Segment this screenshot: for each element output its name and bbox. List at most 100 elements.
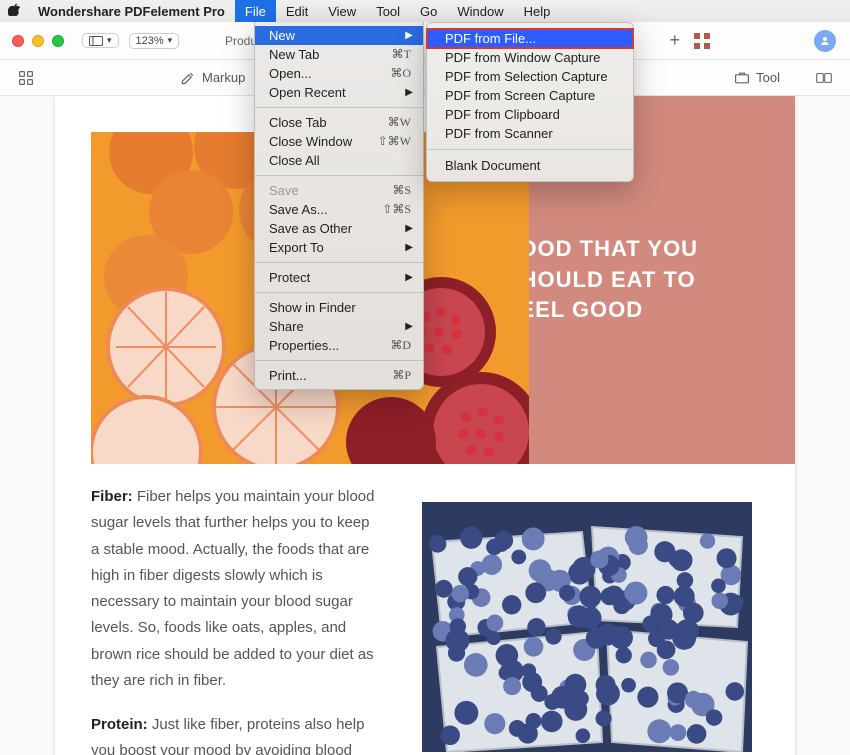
document-viewport[interactable]: FOOD THAT YOU SHOULD EAT TO FEEL GOOD — [0, 96, 850, 755]
toolbox-icon — [734, 70, 750, 86]
blueberries-photo-icon — [415, 502, 759, 752]
menu-item-label: Protect — [269, 270, 310, 285]
menu-window[interactable]: Window — [447, 0, 513, 22]
menu-item-label: Save As... — [269, 202, 328, 217]
document-tab[interactable]: Produ — [225, 34, 257, 48]
thumbnails-button[interactable] — [0, 60, 52, 95]
file-menu-save-as[interactable]: Save As... ⇧⌘S — [255, 200, 423, 219]
file-menu-close-tab[interactable]: Close Tab ⌘W — [255, 113, 423, 132]
grid-view-button[interactable] — [694, 33, 710, 49]
zoom-selector[interactable]: 123% ▾ — [129, 33, 180, 49]
tool-label: Tool — [756, 70, 780, 85]
new-submenu-pdf-from-file[interactable]: PDF from File... — [427, 29, 633, 48]
menu-item-label: Share — [269, 319, 304, 334]
menu-item-label: Export To — [269, 240, 324, 255]
file-menu-open[interactable]: Open... ⌘O — [255, 64, 423, 83]
menu-item-label: Show in Finder — [269, 300, 356, 315]
thumbnails-icon — [18, 70, 34, 86]
app-toolbar: Markup Tool — [0, 60, 850, 96]
submenu-arrow-icon: ▶ — [405, 242, 413, 253]
menu-item-label: Close Window — [269, 134, 352, 149]
minimize-window-icon[interactable] — [32, 35, 44, 47]
menu-item-label: New Tab — [269, 47, 319, 62]
user-icon — [819, 35, 831, 47]
spread-icon — [816, 70, 832, 86]
submenu-arrow-icon: ▶ — [405, 87, 413, 98]
file-menu-properties[interactable]: Properties...⌘D — [255, 336, 423, 355]
pdf-page: FOOD THAT YOU SHOULD EAT TO FEEL GOOD — [55, 96, 795, 755]
zoom-value: 123% — [136, 35, 164, 47]
close-window-icon[interactable] — [12, 35, 24, 47]
file-menu-share[interactable]: Share ▶ — [255, 317, 423, 336]
spread-view-button[interactable] — [798, 70, 850, 86]
new-submenu-pdf-from-scanner[interactable]: PDF from Scanner — [427, 124, 633, 143]
file-menu-dropdown: New▶ New Tab ⌘T Open... ⌘O Open Recent ▶ Close … — [254, 22, 424, 390]
file-menu-open-recent[interactable]: Open Recent ▶ — [255, 83, 423, 102]
markup-icon — [180, 70, 196, 86]
menu-go[interactable]: Go — [410, 0, 447, 22]
menu-item-label: Close All — [269, 153, 320, 168]
menu-tool[interactable]: Tool — [366, 0, 410, 22]
new-submenu-pdf-from-window-capture[interactable]: PDF from Window Capture — [427, 48, 633, 67]
menu-shortcut: ⌘D — [390, 338, 411, 353]
menu-separator — [255, 107, 423, 108]
submenu-arrow-icon: ▶ — [405, 272, 413, 283]
menu-shortcut: ⌘T — [392, 47, 411, 62]
menu-separator — [255, 262, 423, 263]
apple-menu-icon[interactable] — [0, 3, 28, 19]
menu-item-label: Open Recent — [269, 85, 346, 100]
menu-separator — [255, 360, 423, 361]
menu-shortcut: ⌘W — [388, 115, 411, 130]
body-text-column: Fiber: Fiber helps you maintain your blo… — [91, 484, 381, 755]
new-tab-button[interactable]: + — [669, 30, 680, 51]
secondary-image — [415, 484, 759, 755]
window-titlebar: ▾ 123% ▾ Produ + — [0, 22, 850, 60]
menu-item-label: Save — [269, 183, 299, 198]
file-menu-close-window[interactable]: Close Window ⇧⌘W — [255, 132, 423, 151]
new-submenu-pdf-from-screen-capture[interactable]: PDF from Screen Capture — [427, 86, 633, 105]
fiber-paragraph: Fiber: Fiber helps you maintain your blo… — [91, 484, 381, 694]
new-submenu-pdf-from-selection-capture[interactable]: PDF from Selection Capture — [427, 67, 633, 86]
app-name: Wondershare PDFelement Pro — [28, 4, 235, 19]
menu-view[interactable]: View — [318, 0, 366, 22]
menu-shortcut: ⌘O — [390, 66, 411, 81]
menu-edit[interactable]: Edit — [276, 0, 318, 22]
file-menu-new[interactable]: New▶ — [255, 26, 423, 45]
new-submenu-blank-document[interactable]: Blank Document — [427, 156, 633, 175]
menu-shortcut: ⌘S — [392, 183, 411, 198]
file-menu-save: Save ⌘S — [255, 181, 423, 200]
traffic-lights[interactable] — [12, 35, 64, 47]
menu-shortcut: ⇧⌘S — [382, 202, 411, 217]
file-menu-protect[interactable]: Protect ▶ — [255, 268, 423, 287]
new-submenu-pdf-from-clipboard[interactable]: PDF from Clipboard — [427, 105, 633, 124]
menu-file[interactable]: File — [235, 0, 276, 22]
menu-item-label: Close Tab — [269, 115, 327, 130]
file-menu-close-all[interactable]: Close All — [255, 151, 423, 170]
new-submenu: PDF from File...PDF from Window CaptureP… — [426, 22, 634, 182]
menu-separator — [255, 175, 423, 176]
file-menu-new-tab[interactable]: New Tab ⌘T — [255, 45, 423, 64]
file-menu-save-as-other[interactable]: Save as Other ▶ — [255, 219, 423, 238]
menu-item-label: Print... — [269, 368, 307, 383]
protein-paragraph: Protein: Just like fiber, proteins also … — [91, 712, 381, 755]
menu-separator — [427, 149, 633, 150]
menu-item-label: Open... — [269, 66, 312, 81]
markup-label: Markup — [202, 70, 245, 85]
tool-button[interactable]: Tool — [716, 70, 798, 86]
submenu-arrow-icon: ▶ — [405, 30, 413, 41]
menu-shortcut: ⇧⌘W — [378, 134, 411, 149]
account-avatar[interactable] — [814, 30, 836, 52]
submenu-arrow-icon: ▶ — [405, 321, 413, 332]
fullscreen-window-icon[interactable] — [52, 35, 64, 47]
file-menu-print[interactable]: Print... ⌘P — [255, 366, 423, 385]
markup-button[interactable]: Markup — [162, 60, 263, 95]
mac-menubar: Wondershare PDFelement Pro FileEditViewT… — [0, 0, 850, 22]
submenu-arrow-icon: ▶ — [405, 223, 413, 234]
file-menu-export-to[interactable]: Export To ▶ — [255, 238, 423, 257]
menu-item-label: Save as Other — [269, 221, 352, 236]
file-menu-show-in-finder[interactable]: Show in Finder — [255, 298, 423, 317]
layout-icon — [89, 36, 103, 46]
layout-mode-selector[interactable]: ▾ — [82, 33, 119, 48]
menu-help[interactable]: Help — [514, 0, 561, 22]
menu-shortcut: ⌘P — [392, 368, 411, 383]
